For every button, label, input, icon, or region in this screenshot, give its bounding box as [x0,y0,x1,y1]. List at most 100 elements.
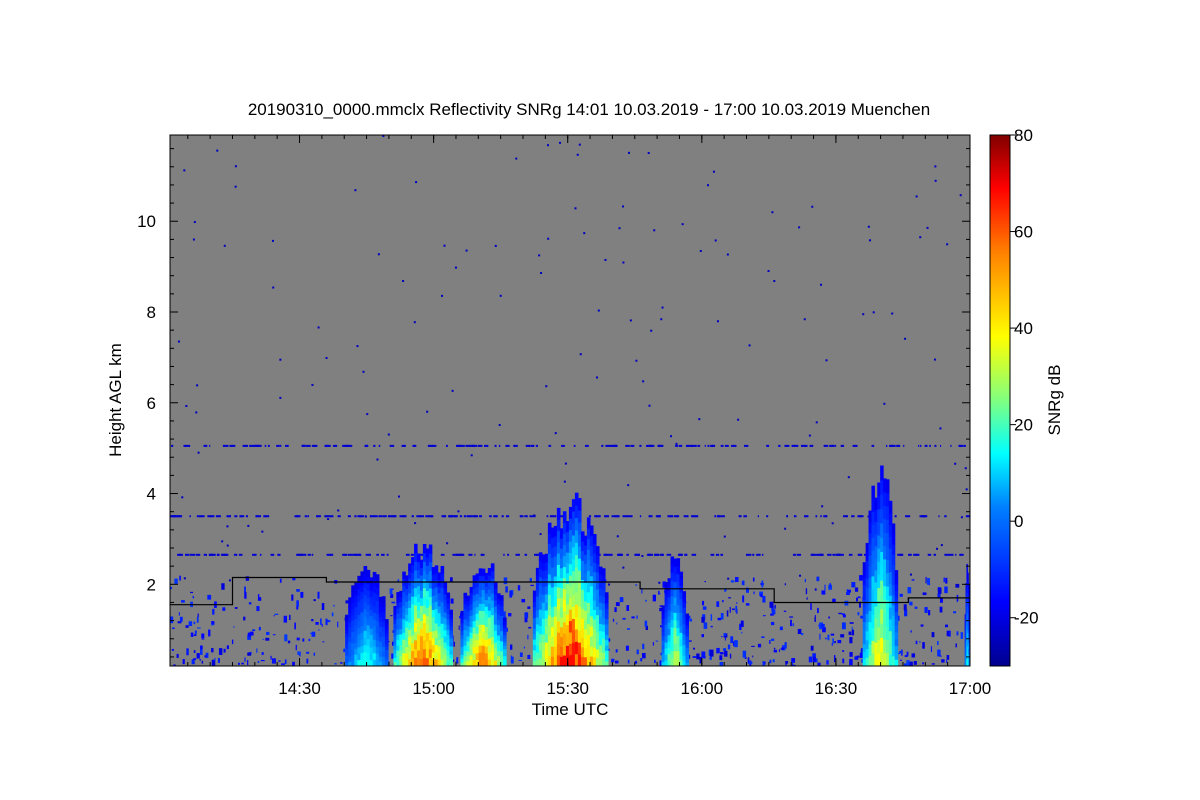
noise-pixel [403,444,406,447]
clutter-pixel [327,620,331,623]
clutter-pixel [391,601,396,604]
echo-cell [685,621,690,626]
echo-cell [682,596,687,603]
clutter-pixel [247,632,251,637]
noise-pixel [710,553,715,556]
clutter-pixel [956,631,959,636]
clutter-pixel [530,584,534,587]
noise-pixel [829,444,835,447]
noise-pixel [416,515,421,518]
noise-pixel [670,515,674,518]
echo-cell [502,641,507,646]
clutter-pixel [226,645,229,650]
noise-pixel [689,444,693,447]
echo-cell [891,533,896,545]
clutter-pixel [247,652,252,656]
echo-cell [682,607,687,614]
clutter-pixel [955,643,957,648]
clutter-pixel [318,629,320,631]
clutter-pixel [841,622,846,630]
clutter-pixel [817,662,821,666]
noise-pixel [804,515,809,518]
speckle [446,542,449,545]
speckle [337,509,340,512]
clutter-pixel [753,591,755,595]
clutter-pixel [854,656,859,660]
clutter-pixel [659,593,661,595]
speckle [414,522,417,525]
noise-pixel [549,515,552,518]
clutter-pixel [909,601,913,606]
clutter-pixel [655,640,659,642]
clutter-pixel [237,662,241,665]
clutter-pixel [913,660,917,665]
echo-cell [499,595,504,601]
clutter-pixel [810,645,814,651]
clutter-pixel [702,606,707,610]
speckle [465,249,468,252]
clutter-pixel [178,612,180,616]
speckle [891,312,894,315]
clutter-pixel [728,597,732,599]
noise-pixel [425,515,430,518]
clutter-pixel [790,619,792,627]
echo-cell [679,571,684,579]
x-tick-label: 16:30 [815,679,858,698]
noise-pixel [686,444,691,447]
clutter-pixel [340,662,343,664]
speckle [712,170,715,173]
speckle [195,411,198,414]
clutter-pixel [616,622,618,625]
clutter-pixel [196,627,201,629]
clutter-pixel [856,597,858,602]
noise-pixel [731,444,735,447]
noise-pixel [441,515,447,518]
clutter-pixel [808,656,813,663]
clutter-pixel [217,657,220,663]
clutter-pixel [733,641,735,647]
noise-pixel [795,444,799,447]
noise-pixel [720,444,724,447]
clutter-pixel [791,658,796,663]
noise-pixel [711,444,714,447]
noise-pixel [794,553,796,556]
speckle [221,540,224,543]
echo-cell [894,604,899,612]
clutter-pixel [919,641,921,643]
noise-pixel [189,515,191,518]
noise-pixel [778,444,781,447]
echo-cell [556,507,561,520]
clutter-pixel [284,634,288,642]
echo-cell [604,602,609,609]
noise-pixel [683,515,689,518]
noise-pixel [923,515,928,518]
echo-cell [601,582,606,590]
speckle [317,326,320,329]
echo-cell [577,510,582,523]
clutter-pixel [333,604,335,607]
clutter-pixel [611,658,615,663]
noise-pixel [357,515,362,518]
speckle [376,458,379,461]
noise-pixel [373,515,378,518]
clutter-pixel [727,644,731,650]
noise-pixel [477,444,483,447]
speckle [193,221,196,224]
echo-cell [381,606,386,612]
clutter-pixel [181,600,185,603]
noise-pixel [324,444,326,447]
clutter-pixel [826,660,829,665]
speckle [426,410,429,413]
clutter-pixel [742,650,747,658]
speckle [183,169,186,172]
clutter-pixel [519,652,523,657]
clutter-pixel [709,656,712,660]
speckle [247,524,250,527]
noise-pixel [216,553,220,556]
clutter-pixel [247,659,249,666]
clutter-pixel [762,595,766,603]
noise-pixel [915,553,920,556]
clutter-pixel [922,662,924,665]
echo-cell [434,565,439,574]
clutter-pixel [626,605,630,611]
